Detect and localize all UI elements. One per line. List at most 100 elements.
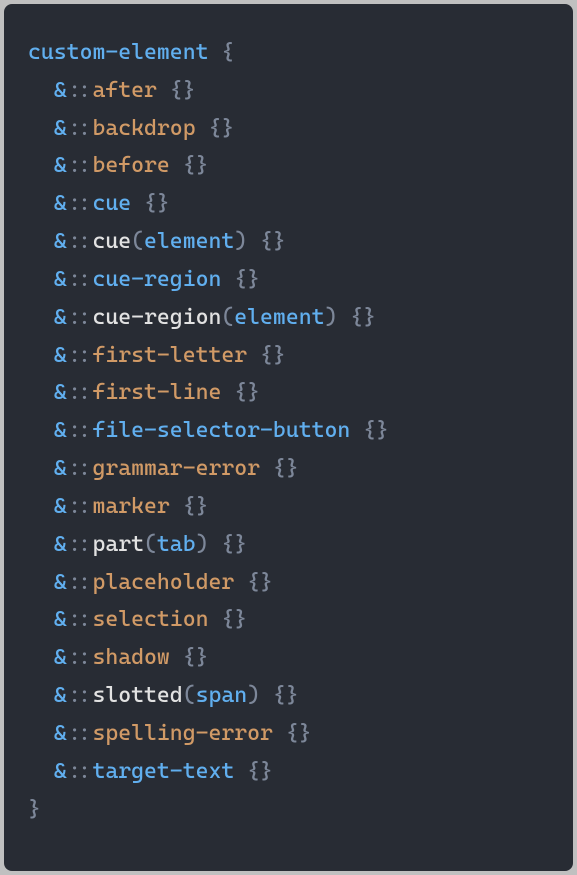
paren-close-token: ) — [196, 532, 209, 557]
pseudo-func-token: cue-region — [92, 305, 221, 330]
rule-braces-token: {} — [234, 759, 273, 784]
brace-close-token: } — [28, 797, 41, 822]
code-line-rule: &::after {} — [28, 72, 549, 110]
pseudo-name-token: first-line — [92, 380, 221, 405]
pseudo-arg-token: element — [144, 229, 234, 254]
rule-braces-token: {} — [273, 721, 312, 746]
ampersand-token: & — [54, 570, 67, 595]
pseudo-sep-token: :: — [67, 570, 93, 595]
rule-braces-token: {} — [170, 153, 209, 178]
pseudo-name-token: selection — [92, 607, 208, 632]
code-line-rule: &::cue(element) {} — [28, 223, 549, 261]
pseudo-sep-token: :: — [67, 456, 93, 481]
pseudo-keyword-token: cue — [92, 191, 131, 216]
pseudo-name-token: placeholder — [92, 570, 234, 595]
rule-braces-token: {} — [208, 607, 247, 632]
ampersand-token: & — [54, 343, 67, 368]
pseudo-sep-token: :: — [67, 418, 93, 443]
code-line-rule: &::cue {} — [28, 185, 549, 223]
pseudo-arg-token: element — [234, 305, 324, 330]
paren-open-token: ( — [144, 532, 157, 557]
rule-braces-token: {} — [247, 343, 286, 368]
paren-open-token: ( — [131, 229, 144, 254]
pseudo-sep-token: :: — [67, 645, 93, 670]
ampersand-token: & — [54, 721, 67, 746]
ampersand-token: & — [54, 418, 67, 443]
rule-braces-token: {} — [170, 645, 209, 670]
ampersand-token: & — [54, 267, 67, 292]
pseudo-sep-token: :: — [67, 759, 93, 784]
pseudo-name-token: before — [92, 153, 169, 178]
code-line-close: } — [28, 791, 549, 829]
code-line-rule: &::selection {} — [28, 601, 549, 639]
rule-braces-token: {} — [221, 267, 260, 292]
rule-braces-token: {} — [350, 418, 389, 443]
code-line-rule: &::marker {} — [28, 488, 549, 526]
ampersand-token: & — [54, 229, 67, 254]
code-line-rule: &::shadow {} — [28, 639, 549, 677]
pseudo-name-token: after — [92, 78, 156, 103]
pseudo-name-token: shadow — [92, 645, 169, 670]
code-line-rule: &::grammar-error {} — [28, 450, 549, 488]
ampersand-token: & — [54, 191, 67, 216]
rule-braces-token: {} — [337, 305, 376, 330]
code-line-rule: &::placeholder {} — [28, 564, 549, 602]
paren-close-token: ) — [324, 305, 337, 330]
ampersand-token: & — [54, 78, 67, 103]
ampersand-token: & — [54, 607, 67, 632]
pseudo-sep-token: :: — [67, 305, 93, 330]
code-line-rule: &::part(tab) {} — [28, 526, 549, 564]
pseudo-func-token: part — [92, 532, 144, 557]
ampersand-token: & — [54, 380, 67, 405]
pseudo-sep-token: :: — [67, 191, 93, 216]
ampersand-token: & — [54, 532, 67, 557]
ampersand-token: & — [54, 645, 67, 670]
pseudo-sep-token: :: — [67, 116, 93, 141]
pseudo-sep-token: :: — [67, 229, 93, 254]
pseudo-keyword-token: target-text — [92, 759, 234, 784]
brace-open-token: { — [208, 40, 234, 65]
pseudo-sep-token: :: — [67, 380, 93, 405]
rule-braces-token: {} — [157, 78, 196, 103]
pseudo-name-token: first-letter — [92, 343, 247, 368]
pseudo-sep-token: :: — [67, 532, 93, 557]
pseudo-func-token: cue — [92, 229, 131, 254]
pseudo-sep-token: :: — [67, 153, 93, 178]
pseudo-func-token: slotted — [92, 683, 182, 708]
rule-braces-token: {} — [221, 380, 260, 405]
code-line-rule: &::first-letter {} — [28, 337, 549, 375]
pseudo-keyword-token: cue-region — [92, 267, 221, 292]
pseudo-sep-token: :: — [67, 78, 93, 103]
pseudo-arg-token: span — [196, 683, 248, 708]
rule-braces-token: {} — [170, 494, 209, 519]
pseudo-name-token: spelling-error — [92, 721, 272, 746]
pseudo-arg-token: tab — [157, 532, 196, 557]
pseudo-name-token: grammar-error — [92, 456, 260, 481]
code-line-rule: &::target-text {} — [28, 753, 549, 791]
pseudo-name-token: marker — [92, 494, 169, 519]
ampersand-token: & — [54, 494, 67, 519]
ampersand-token: & — [54, 683, 67, 708]
code-line-rule: &::cue-region(element) {} — [28, 299, 549, 337]
paren-open-token: ( — [183, 683, 196, 708]
ampersand-token: & — [54, 153, 67, 178]
code-line-rule: &::spelling-error {} — [28, 715, 549, 753]
pseudo-sep-token: :: — [67, 267, 93, 292]
pseudo-name-token: backdrop — [92, 116, 195, 141]
paren-open-token: ( — [221, 305, 234, 330]
rule-braces-token: {} — [260, 456, 299, 481]
pseudo-sep-token: :: — [67, 683, 93, 708]
ampersand-token: & — [54, 305, 67, 330]
rule-braces-token: {} — [208, 532, 247, 557]
code-editor[interactable]: custom-element { &::after {}&::backdrop … — [4, 4, 573, 871]
pseudo-keyword-token: file-selector-button — [92, 418, 350, 443]
ampersand-token: & — [54, 116, 67, 141]
rule-braces-token: {} — [196, 116, 235, 141]
code-line-rule: &::first-line {} — [28, 374, 549, 412]
code-line-selector: custom-element { — [28, 34, 549, 72]
paren-close-token: ) — [234, 229, 247, 254]
rule-braces-token: {} — [131, 191, 170, 216]
paren-close-token: ) — [247, 683, 260, 708]
ampersand-token: & — [54, 456, 67, 481]
rule-braces-token: {} — [247, 229, 286, 254]
